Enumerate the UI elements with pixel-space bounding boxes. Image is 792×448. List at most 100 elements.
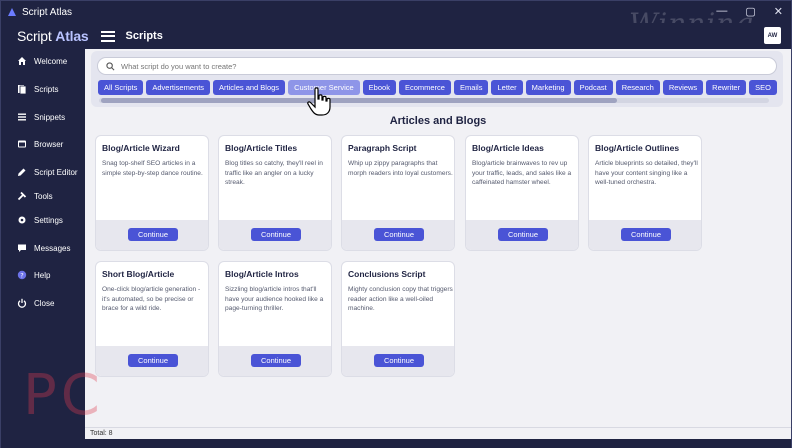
search-box[interactable] [97, 57, 777, 75]
window-title: Script Atlas [22, 6, 73, 18]
card-description: Blog titles so catchy, they'll reel in t… [225, 160, 323, 186]
chip-ecommerce[interactable]: Ecommerce [398, 80, 451, 95]
continue-button[interactable]: Continue [498, 228, 548, 241]
sidebar-item-scripts[interactable]: Scripts [1, 79, 85, 99]
chip-all-scripts[interactable]: All Scripts [98, 80, 144, 95]
sidebar-item-close[interactable]: Close [1, 293, 85, 313]
pc-watermark: PC [23, 363, 104, 428]
chip-podcast[interactable]: Podcast [573, 80, 613, 95]
card-footer: Continue [589, 220, 701, 250]
card-title: Conclusions Script [348, 269, 426, 279]
script-card: Blog/Article Outlines Article blueprints… [588, 135, 702, 251]
sidebar-item-help[interactable]: ? Help [1, 265, 85, 285]
snippets-icon [17, 112, 27, 122]
card-description: Mighty conclusion copy that triggers rea… [348, 286, 453, 312]
power-icon [17, 298, 27, 308]
card-title: Blog/Article Ideas [472, 143, 544, 153]
menu-toggle-icon[interactable] [100, 30, 115, 42]
sidebar-item-messages[interactable]: Messages [1, 238, 85, 258]
sidebar-item-settings[interactable]: Settings [1, 210, 85, 230]
chip-emails[interactable]: Emails [453, 80, 489, 95]
card-description: Sizzling blog/article intros that'll hav… [225, 286, 324, 312]
script-card: Blog/Article Wizard Snag top-shelf SEO a… [95, 135, 209, 251]
scrollbar-thumb[interactable] [101, 98, 617, 103]
section-title: Articles and Blogs [389, 115, 487, 127]
sidebar-item-label: Settings [34, 215, 63, 225]
sidebar-item-label: Close [34, 298, 55, 308]
page-title: Scripts [125, 30, 163, 42]
card-description: Article blueprints so detailed, they'll … [595, 160, 698, 186]
card-title: Blog/Article Titles [225, 143, 298, 153]
card-title: Blog/Article Intros [225, 269, 299, 279]
search-icon [106, 61, 115, 70]
tools-icon [17, 191, 27, 201]
continue-button[interactable]: Continue [128, 354, 178, 367]
chip-letter[interactable]: Letter [491, 80, 523, 95]
sidebar-item-label: Script Editor [34, 167, 78, 177]
continue-button[interactable]: Continue [621, 228, 671, 241]
chip-ebook[interactable]: Ebook [362, 80, 396, 95]
messages-icon [17, 243, 27, 253]
sidebar-item-label: Welcome [34, 56, 68, 66]
sidebar-item-script-editor[interactable]: Script Editor [1, 162, 85, 182]
continue-button[interactable]: Continue [374, 228, 424, 241]
sidebar-item-label: Messages [34, 243, 71, 253]
script-card: Blog/Article Titles Blog titles so catch… [218, 135, 332, 251]
category-scrollbar[interactable] [99, 98, 769, 103]
card-title: Blog/Article Wizard [102, 143, 180, 153]
sidebar-item-label: Snippets [34, 112, 66, 122]
chip-research[interactable]: Research [615, 80, 660, 95]
chip-marketing[interactable]: Marketing [525, 80, 571, 95]
continue-button[interactable]: Continue [251, 354, 301, 367]
continue-button[interactable]: Continue [374, 354, 424, 367]
card-footer: Continue [342, 220, 454, 250]
continue-button[interactable]: Continue [128, 228, 178, 241]
scripts-icon [17, 84, 27, 94]
avatar[interactable]: AW [764, 27, 781, 44]
sidebar-item-label: Tools [34, 191, 53, 201]
card-footer: Continue [342, 346, 454, 376]
sidebar-item-label: Help [34, 270, 51, 280]
home-icon [17, 56, 27, 66]
card-footer: Continue [96, 220, 208, 250]
chip-reviews[interactable]: Reviews [662, 80, 704, 95]
status-bar: Total: 8 [85, 427, 791, 439]
chip-rewriter[interactable]: Rewriter [706, 80, 747, 95]
total-count: Total: 8 [90, 430, 113, 437]
card-description: Snag top-shelf SEO articles in a simple … [102, 160, 203, 177]
script-card: Paragraph Script Whip up zippy paragraph… [341, 135, 455, 251]
search-input[interactable] [121, 61, 721, 71]
script-card: Conclusions Script Mighty conclusion cop… [341, 261, 455, 377]
script-card: Blog/Article Ideas Blog/article brainwav… [465, 135, 579, 251]
browser-icon [17, 139, 27, 149]
chip-advertisements[interactable]: Advertisements [146, 80, 211, 95]
script-card: Short Blog/Article One-click blog/articl… [95, 261, 209, 377]
sidebar-item-label: Scripts [34, 84, 59, 94]
card-title: Paragraph Script [348, 143, 417, 153]
card-title: Short Blog/Article [102, 269, 175, 279]
app-window: Script Atlas — ▢ ✕ Winning Script Atlas … [0, 0, 792, 448]
card-description: One-click blog/article generation - it's… [102, 286, 201, 312]
svg-text:?: ? [20, 271, 23, 279]
card-description: Whip up zippy paragraphs that morph read… [348, 160, 453, 177]
gear-icon [17, 215, 27, 225]
logo-text-bold: Atlas [55, 28, 89, 44]
card-title: Blog/Article Outlines [595, 143, 680, 153]
card-footer: Continue [219, 220, 331, 250]
continue-button[interactable]: Continue [251, 228, 301, 241]
card-footer: Continue [96, 346, 208, 376]
chip-seo[interactable]: SEO [749, 80, 777, 95]
sidebar-item-snippets[interactable]: Snippets [1, 107, 85, 127]
sidebar-item-tools[interactable]: Tools [1, 186, 85, 206]
close-window-button[interactable]: ✕ [774, 5, 783, 18]
chip-articles-and-blogs[interactable]: Articles and Blogs [213, 80, 286, 95]
card-footer: Continue [219, 346, 331, 376]
bottom-strip [85, 439, 791, 448]
edit-icon [17, 167, 27, 177]
sidebar-item-welcome[interactable]: Welcome [1, 51, 85, 71]
help-icon: ? [17, 270, 27, 280]
search-panel: All Scripts Advertisements Articles and … [91, 51, 783, 107]
sidebar-item-browser[interactable]: Browser [1, 134, 85, 154]
app-logo: Script Atlas [17, 28, 89, 44]
category-chips: All Scripts Advertisements Articles and … [98, 80, 777, 95]
